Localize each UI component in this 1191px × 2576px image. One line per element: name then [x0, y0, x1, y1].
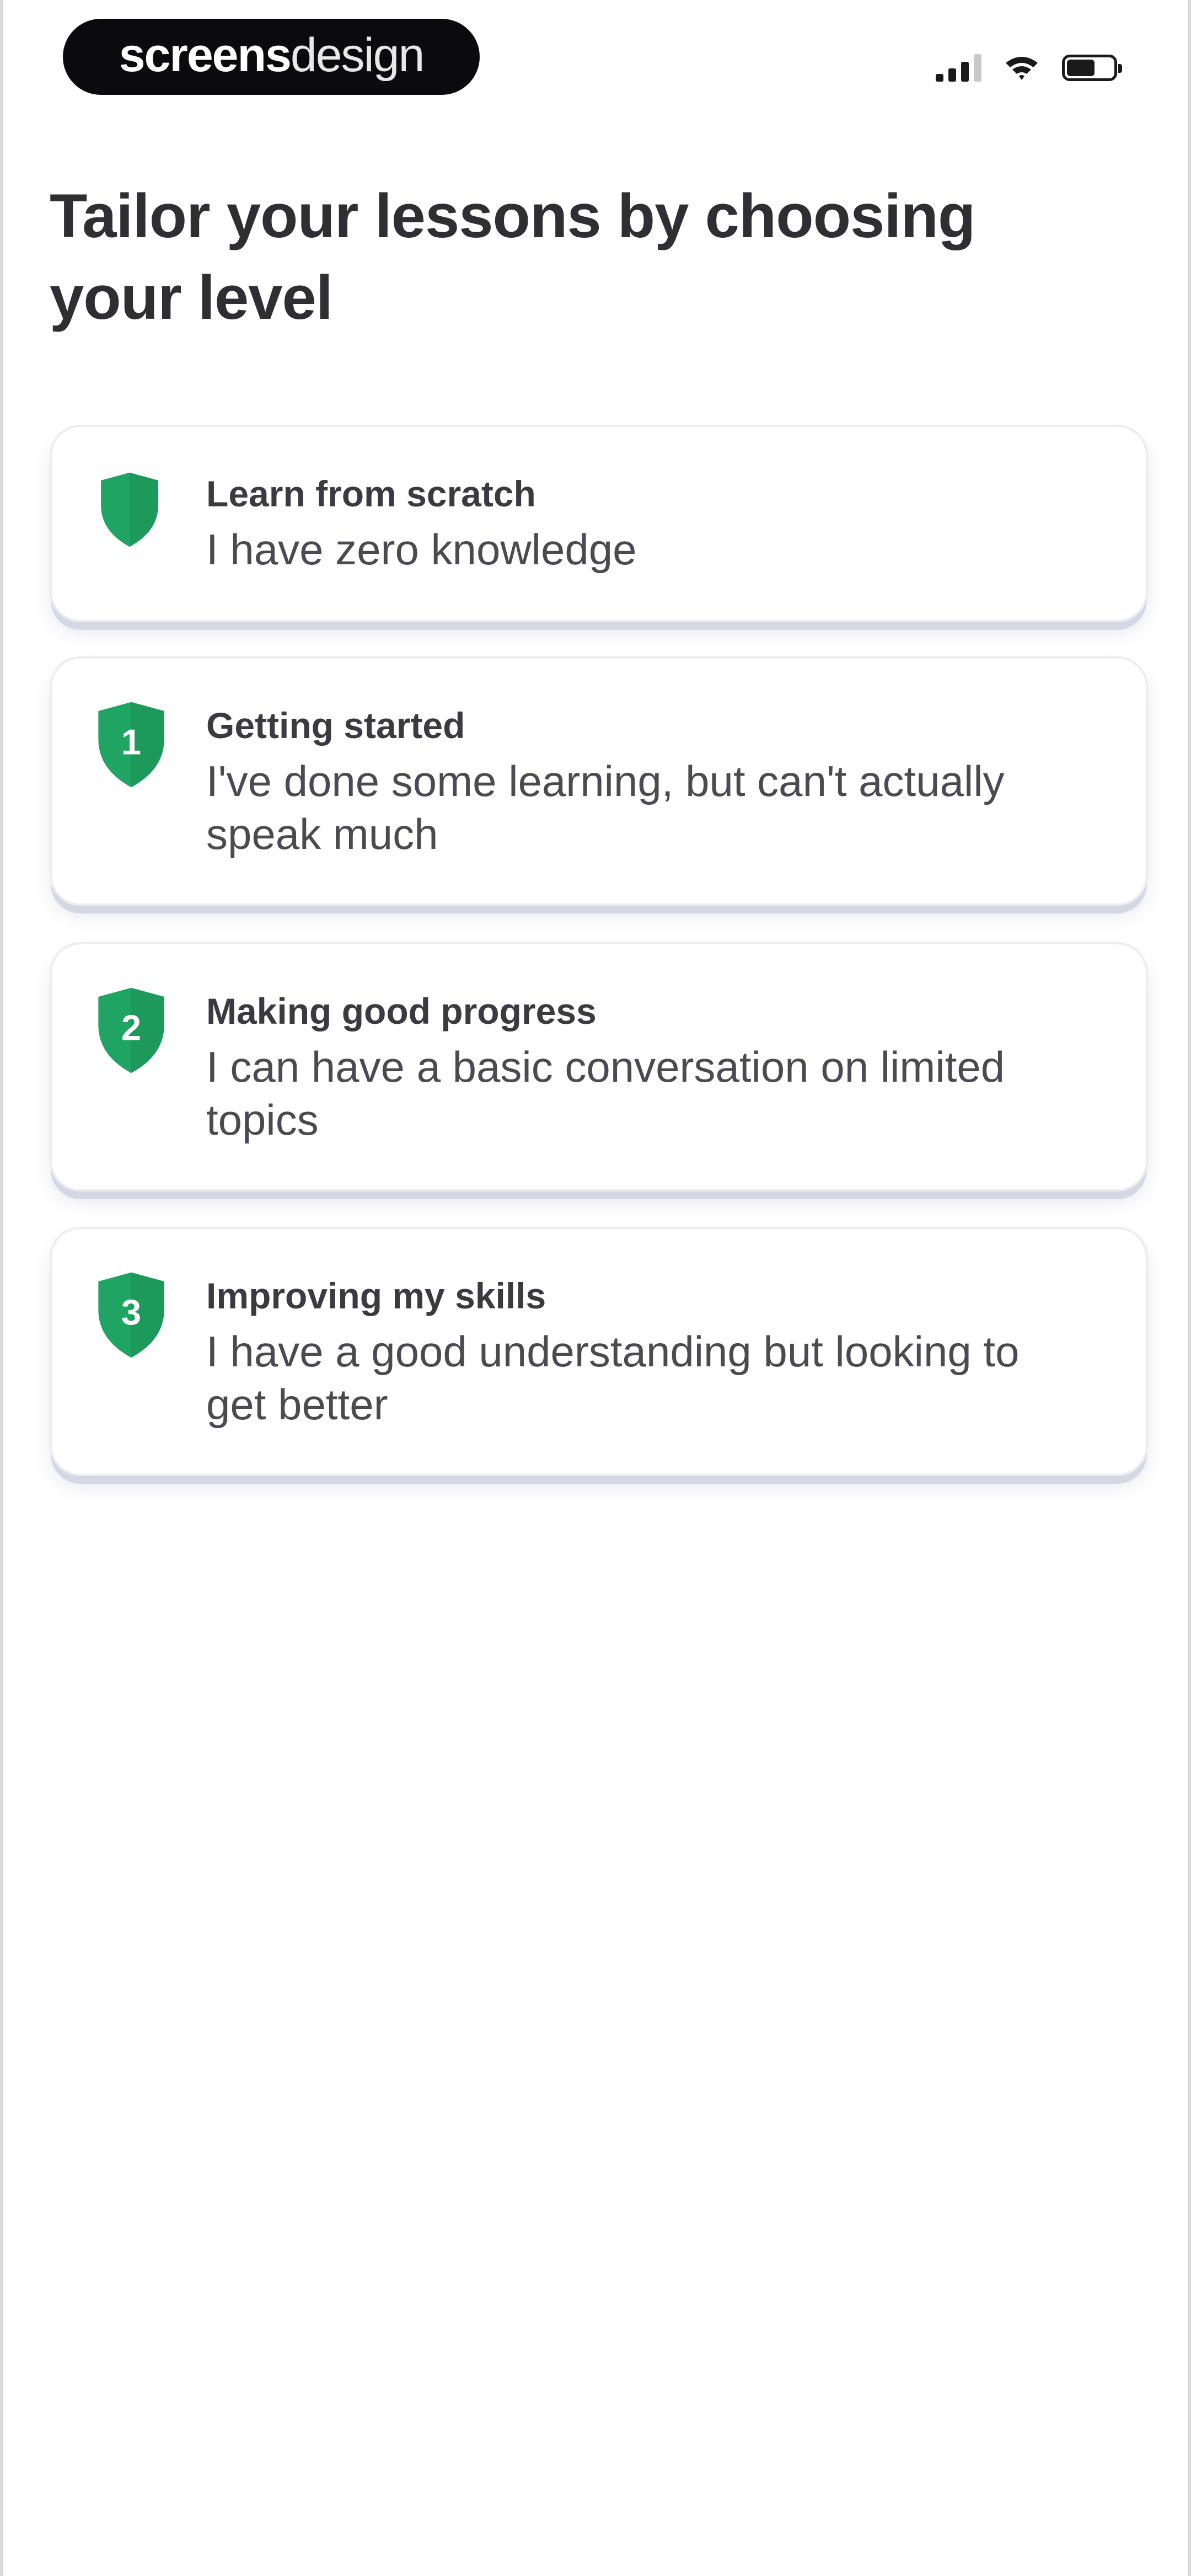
level-description: I have zero knowledge	[206, 525, 637, 574]
level-description: I can have a basic conversation on limit…	[206, 1043, 1005, 1144]
battery-icon	[1062, 55, 1122, 81]
level-title: Improving my skills	[206, 1275, 546, 1316]
level-option-making-good-progress[interactable]: 2 Making good progress I can have a basi…	[50, 942, 1148, 1191]
level-option-improving-my-skills[interactable]: 3 Improving my skills I have a good unde…	[50, 1227, 1148, 1476]
level-text: Making good progress I can have a basic …	[206, 987, 1080, 1146]
level-description: I've done some learning, but can't actua…	[206, 757, 1005, 858]
brand-wordmark-bold: screens	[119, 28, 292, 82]
shield-one-icon: 1	[94, 701, 169, 789]
status-icons	[936, 49, 1122, 87]
level-title: Learn from scratch	[206, 473, 536, 514]
level-text: Improving my skills I have a good unders…	[206, 1272, 1080, 1431]
page-title: Tailor your lessons by choosing your lev…	[50, 181, 975, 332]
level-title: Making good progress	[206, 991, 597, 1032]
wifi-icon	[1006, 57, 1038, 80]
shield-two-icon: 2	[94, 986, 169, 1075]
shield-three-icon: 3	[94, 1271, 169, 1359]
signal-icon	[936, 54, 981, 82]
shield-badge-number: 1	[121, 722, 141, 762]
level-description: I have a good understanding but looking …	[206, 1327, 1020, 1429]
level-text: Learn from scratch I have zero knowledge	[206, 470, 1080, 576]
shield-badge-number: 2	[121, 1008, 141, 1048]
status-bar: screensdesign	[3, 0, 1191, 116]
shield-badge-number: 3	[121, 1292, 141, 1333]
brand-wordmark-light: design	[290, 28, 425, 82]
level-option-learn-from-scratch[interactable]: Learn from scratch I have zero knowledge	[50, 425, 1148, 622]
brand-wordmark: screensdesign	[119, 28, 425, 83]
level-text: Getting started I've done some learning,…	[206, 702, 1080, 861]
shield-icon	[97, 471, 162, 548]
level-title: Getting started	[206, 705, 465, 746]
app-screen: screensdesign Tailor your lessons by cho…	[0, 0, 1191, 2576]
level-option-getting-started[interactable]: 1 Getting started I've done some learnin…	[50, 656, 1148, 906]
brand-logo: screensdesign	[63, 19, 480, 95]
